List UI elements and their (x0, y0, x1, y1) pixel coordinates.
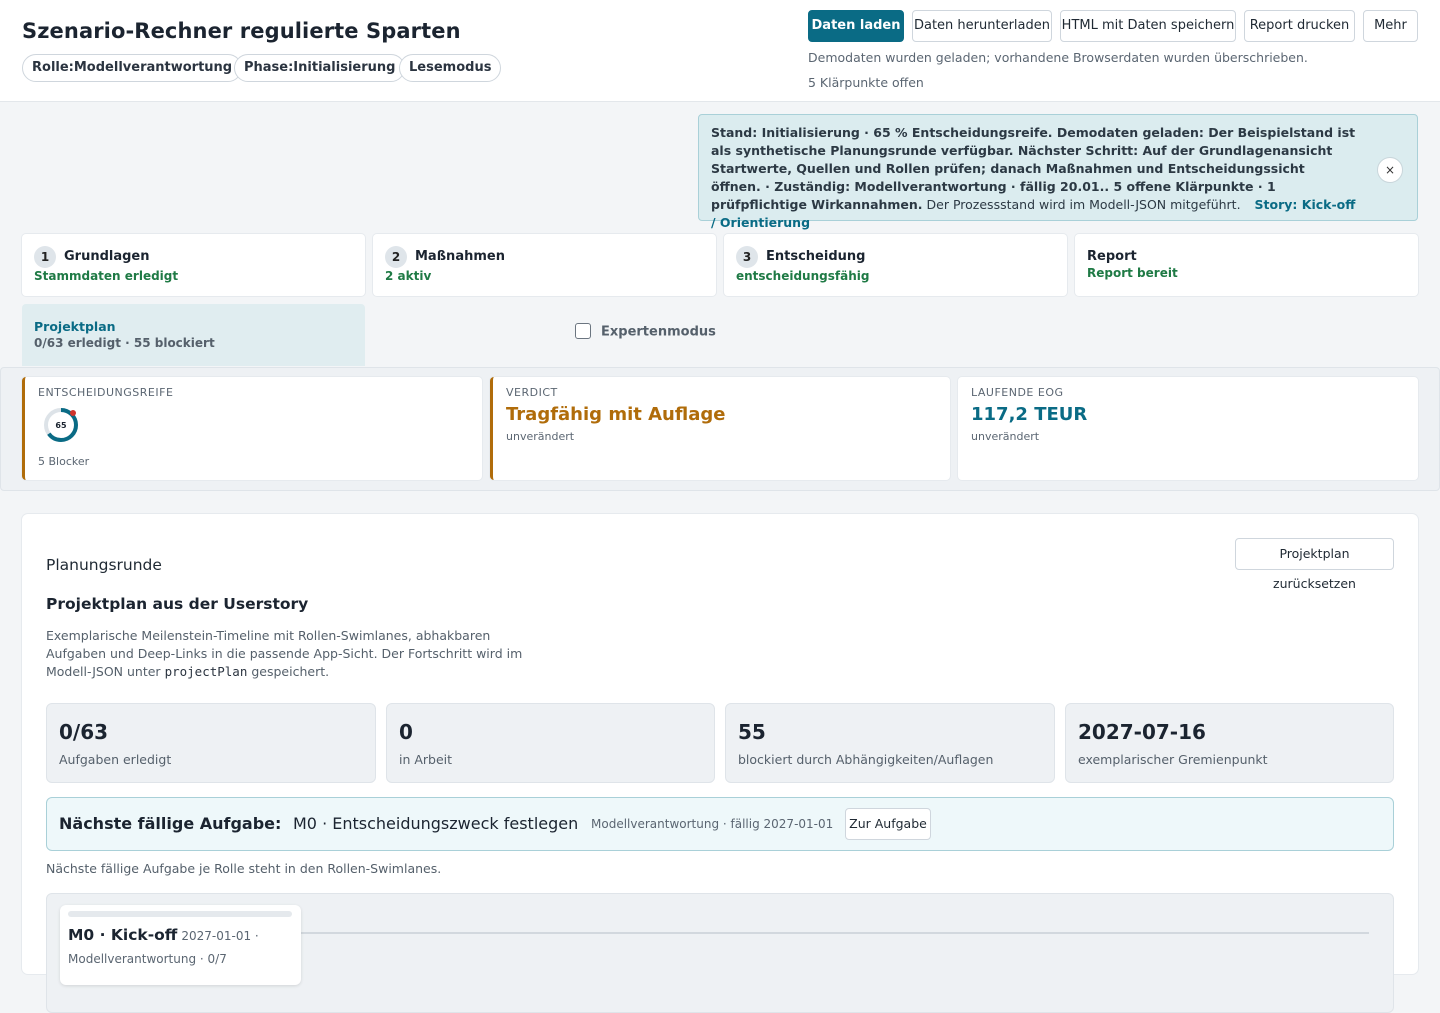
expert-mode-label: Expertenmodus (601, 324, 716, 340)
step-title: Report (1087, 249, 1137, 264)
kpi-label: LAUFENDE EOG (971, 386, 1064, 399)
step-status: Stammdaten erledigt (34, 269, 179, 283)
step-entscheidung[interactable]: 3 Entscheidung entscheidungsfähig (724, 234, 1067, 296)
more-button[interactable]: Mehr (1363, 10, 1418, 42)
milestone-progress-bar (68, 911, 292, 917)
panel-title: Projektplan aus der Userstory (46, 595, 309, 613)
blocker-count: 5 Blocker (38, 455, 90, 468)
step-status: 2 aktiv (385, 269, 432, 283)
kpi-eog: LAUFENDE EOG 117,2 TEUR unverändert (958, 377, 1418, 480)
verdict-change: unverändert (506, 430, 575, 443)
stat-value: 0/63 (59, 720, 109, 744)
step-grundlagen[interactable]: 1 Grundlagen Stammdaten erledigt (22, 234, 365, 296)
stat-done: 0/63 Aufgaben erledigt (46, 703, 376, 783)
eog-value: 117,2 TEUR (971, 404, 1088, 425)
load-data-button[interactable]: Daten laden (808, 10, 904, 42)
print-report-button[interactable]: Report drucken (1244, 10, 1355, 42)
tab-projektplan-title: Projektplan (34, 319, 116, 334)
step-report[interactable]: Report Report bereit (1075, 234, 1418, 296)
expert-mode-checkbox[interactable] (575, 323, 591, 339)
milestone-title-row: M0 · Kick-off 2027-01-01 · (68, 926, 259, 944)
panel-description: Exemplarische Meilenstein-Timeline mit R… (46, 627, 546, 681)
step-status: entscheidungsfähig (736, 269, 870, 283)
stat-value: 55 (738, 720, 766, 744)
open-points-count: 5 Klärpunkte offen (808, 75, 924, 90)
tab-projektplan-status: 0/63 erledigt · 55 blockiert (34, 336, 215, 350)
step-status: Report bereit (1087, 266, 1178, 280)
stat-label: blockiert durch Abhängigkeiten/Auflagen (738, 752, 994, 767)
blocker-dot (70, 410, 76, 416)
eog-change: unverändert (971, 430, 1040, 443)
status-message: Demodaten wurden geladen; vorhandene Bro… (808, 50, 1308, 65)
phase-chip[interactable]: Phase:Initialisierung (234, 54, 406, 82)
step-number: 3 (736, 246, 758, 268)
app-title: Szenario-Rechner regulierte Sparten (22, 19, 461, 43)
download-data-button[interactable]: Daten herunterladen (912, 10, 1052, 42)
verdict-value: Tragfähig mit Auflage (506, 404, 726, 425)
save-html-button[interactable]: HTML mit Daten speichern (1060, 10, 1236, 42)
milestone-card[interactable]: M0 · Kick-off 2027-01-01 · Modellverantwo… (60, 905, 301, 985)
timeline-line (300, 932, 1369, 934)
expert-mode-toggle[interactable]: Expertenmodus (575, 323, 716, 340)
close-icon[interactable]: × (1377, 157, 1403, 183)
banner-note: Der Prozessstand wird im Modell-JSON mit… (926, 197, 1241, 212)
stat-value: 0 (399, 720, 413, 744)
stat-committee-date: 2027-07-16 exemplarischer Gremienpunkt (1065, 703, 1394, 783)
kpi-label: ENTSCHEIDUNGSREIFE (38, 386, 174, 399)
kpi-verdict: VERDICT Tragfähig mit Auflage unveränder… (490, 377, 950, 480)
panel-eyebrow: Planungsrunde (46, 556, 162, 574)
kpi-readiness: ENTSCHEIDUNGSREIFE 65 5 Blocker (22, 377, 482, 480)
step-title: Maßnahmen (415, 249, 505, 264)
step-number: 1 (34, 246, 56, 268)
gauge-value: 65 (55, 421, 67, 430)
readiness-gauge: 65 (44, 408, 78, 442)
next-task-name: M0 · Entscheidungszweck festlegen (293, 814, 579, 833)
step-title: Entscheidung (766, 249, 866, 264)
next-task-box: Nächste fällige Aufgabe: M0 · Entscheidu… (46, 797, 1394, 851)
stat-in-progress: 0 in Arbeit (386, 703, 715, 783)
tab-projektplan[interactable]: Projektplan 0/63 erledigt · 55 blockiert (22, 304, 365, 366)
panel-description-code: projectPlan (164, 664, 248, 679)
next-task-meta: Modellverantwortung · fällig 2027-01-01 (591, 817, 834, 831)
role-chip[interactable]: Rolle:Modellverantwortung (22, 54, 243, 82)
step-title: Grundlagen (64, 249, 150, 264)
milestone-date: 2027-01-01 · (181, 929, 259, 943)
stat-label: Aufgaben erledigt (59, 752, 172, 767)
milestone-title: M0 · Kick-off (68, 926, 178, 944)
step-massnahmen[interactable]: 2 Maßnahmen 2 aktiv (373, 234, 716, 296)
stat-label: exemplarischer Gremienpunkt (1078, 752, 1268, 767)
step-number: 2 (385, 246, 407, 268)
stat-value: 2027-07-16 (1078, 720, 1206, 744)
readmode-chip[interactable]: Lesemodus (399, 54, 502, 82)
kpi-label: VERDICT (506, 386, 558, 399)
next-task-lead: Nächste fällige Aufgabe: (59, 814, 282, 833)
swimlane-note: Nächste fällige Aufgabe je Rolle steht i… (46, 861, 442, 876)
panel-description-end: gespeichert. (251, 664, 330, 679)
status-banner: Stand: Initialisierung · 65 % Entscheidu… (698, 114, 1418, 230)
reset-projectplan-button[interactable]: Projektplan zurücksetzen (1235, 538, 1394, 591)
go-to-task-button[interactable]: Zur Aufgabe (845, 808, 931, 840)
stat-blocked: 55 blockiert durch Abhängigkeiten/Auflag… (725, 703, 1055, 783)
stat-label: in Arbeit (399, 752, 453, 767)
milestone-role: Modellverantwortung · 0/7 (68, 952, 227, 966)
